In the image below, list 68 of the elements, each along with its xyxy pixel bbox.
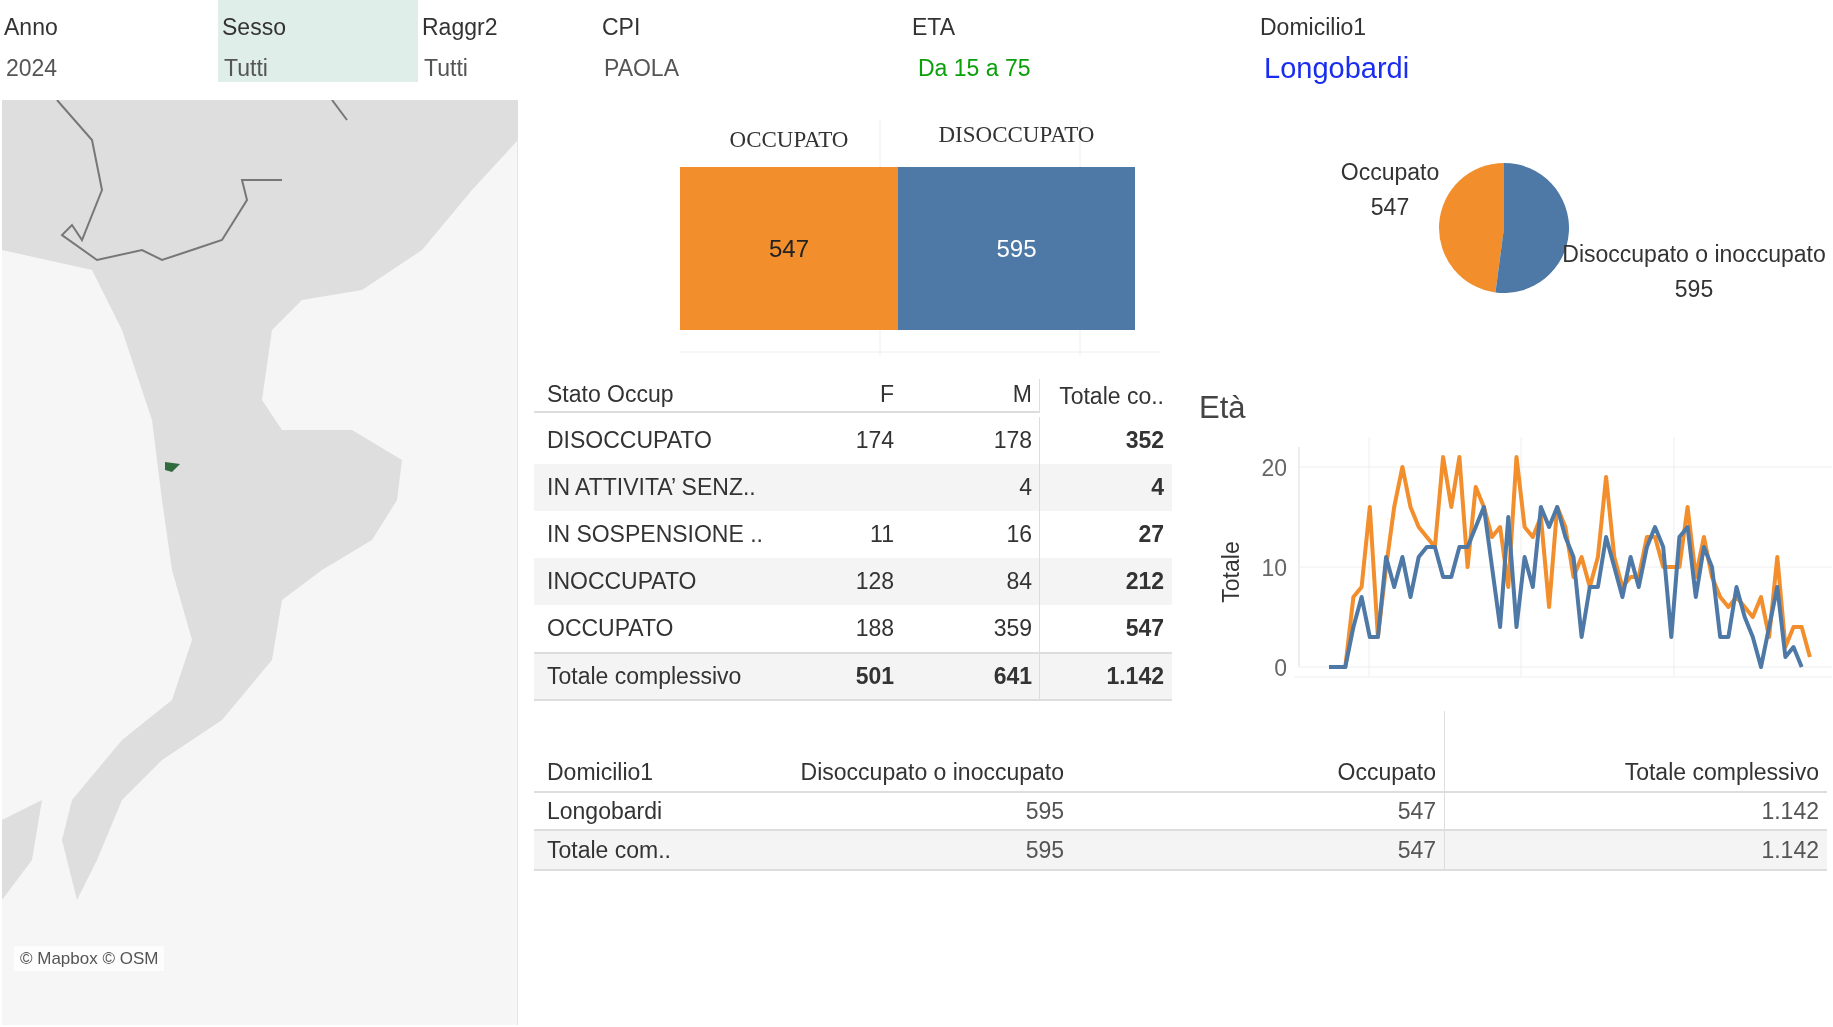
column-header[interactable]: Disoccupato o inoccupato — [694, 711, 1064, 791]
table-cell: 1.142 — [1444, 831, 1827, 869]
table-cell-text: 359 — [992, 614, 1033, 644]
axis-tick-label: 0 — [1274, 654, 1287, 681]
bar-value: 595 — [996, 235, 1037, 262]
table-cell-text: 641 — [992, 662, 1033, 692]
row-header: OCCUPATO — [546, 614, 675, 644]
column-header[interactable]: M — [899, 376, 1039, 413]
row-header: INOCCUPATO — [546, 567, 698, 597]
filter-control[interactable]: CPI PAOLA — [598, 0, 908, 82]
axis-tick-label: 20 — [1261, 454, 1287, 481]
row-header: Totale complessivo — [546, 662, 743, 692]
column-header[interactable]: Occupato — [1064, 711, 1444, 791]
table-cell-text: 128 — [854, 567, 895, 597]
chart-title: Età — [1199, 389, 1247, 427]
column-header[interactable]: Totale co.. — [1039, 378, 1172, 413]
filter-label: Sesso — [222, 13, 287, 42]
filter-value: Tutti — [423, 53, 469, 83]
table-cell-text: 501 — [854, 662, 895, 692]
table-cell-text: 595 — [1024, 835, 1064, 865]
row-header: Totale com.. — [546, 835, 672, 865]
pie-value: 547 — [1370, 194, 1410, 220]
column-header[interactable]: Domicilio1 — [534, 711, 694, 791]
table-cell-text: 547 — [1396, 835, 1437, 865]
table-cell-text: 11 — [869, 520, 895, 550]
table-cell-text: 16 — [1005, 520, 1033, 550]
filter-control[interactable]: Raggr2 Tutti — [418, 0, 598, 82]
pie-label: Occupato — [1340, 159, 1440, 185]
filter-label: CPI — [602, 13, 642, 42]
filter-control[interactable]: ETA Da 15 a 75 — [908, 0, 1256, 82]
row-header: IN SOSPENSIONE .. — [546, 520, 764, 550]
pie-label: Disoccupato o inoccupato — [1562, 241, 1826, 267]
filter-label: Domicilio1 — [1260, 13, 1368, 42]
filter-value: PAOLA — [603, 53, 680, 83]
table-cell: 547 — [1039, 605, 1172, 652]
table-cell-text: 4 — [1018, 473, 1033, 503]
table-cell: 4 — [1039, 464, 1172, 511]
table-cell-text: 188 — [854, 614, 895, 644]
filter-label: Raggr2 — [422, 13, 499, 42]
table-cell: 1.142 — [1039, 654, 1172, 699]
table-cell: 212 — [1039, 558, 1172, 605]
filter-control[interactable]: Sesso Tutti — [218, 0, 418, 82]
column-header[interactable]: Totale complessivo — [1444, 711, 1827, 791]
map-panel[interactable]: © Mapbox © OSM — [2, 100, 518, 1025]
table-cell-text: 595 — [1024, 796, 1064, 826]
filter-value: Da 15 a 75 — [917, 53, 1032, 83]
table-cell-text: 178 — [992, 426, 1033, 456]
filter-label: Anno — [4, 13, 59, 42]
table-cell-text: 84 — [1005, 567, 1033, 597]
bar-header: DISOCCUPATO — [938, 122, 1095, 147]
row-header: IN ATTIVITA’ SENZ.. — [546, 473, 757, 503]
filter-value: 2024 — [5, 53, 59, 83]
filter-control[interactable]: Anno 2024 — [0, 0, 218, 82]
bar-header: OCCUPATO — [729, 127, 849, 152]
row-header: Longobardi — [546, 796, 664, 826]
axis-tick-label: 10 — [1261, 554, 1287, 581]
filter-value: Tutti — [223, 53, 269, 83]
column-header[interactable]: Stato Occup — [534, 376, 774, 413]
filter-label: ETA — [912, 13, 957, 42]
axis-title: Totale — [1218, 540, 1244, 603]
table-cell-text: 547 — [1396, 796, 1437, 826]
bar-value: 547 — [768, 235, 809, 262]
pie-value: 595 — [1674, 276, 1714, 302]
row-header: DISOCCUPATO — [546, 426, 713, 456]
table-cell-text: 174 — [854, 426, 895, 456]
column-header[interactable]: F — [774, 376, 899, 413]
table-cell: 1.142 — [1444, 793, 1827, 829]
map-attribution[interactable]: © Mapbox © OSM — [14, 945, 165, 971]
